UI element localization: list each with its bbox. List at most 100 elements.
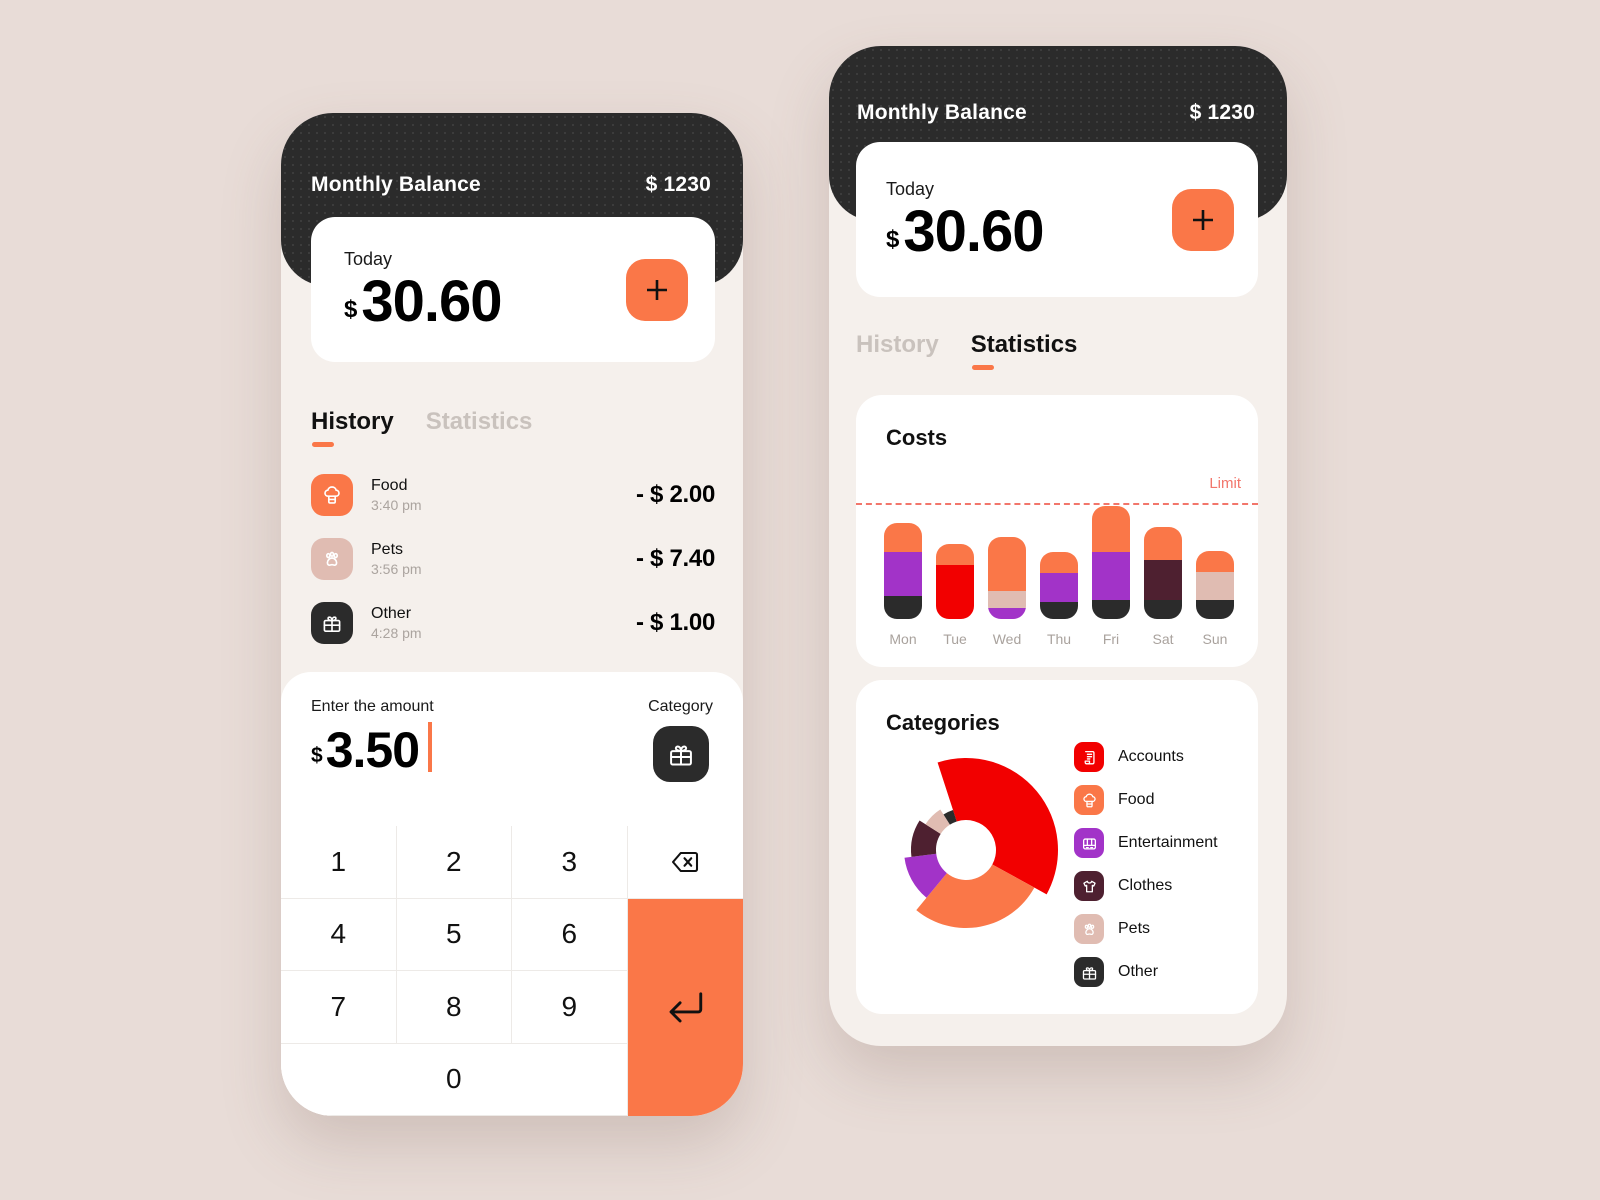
keypad-key-5[interactable]: 5: [396, 898, 512, 971]
gift-icon: [1082, 966, 1096, 980]
amount-input-row[interactable]: $ 3.50: [311, 722, 434, 774]
bar-segment: [1040, 573, 1078, 602]
bar-column: [1092, 485, 1130, 619]
history-row-text: Food 3:40 pm: [371, 475, 636, 515]
bar-segment: [936, 543, 974, 566]
keypad-key-4[interactable]: 4: [281, 898, 397, 971]
amount-input-value: 3.50: [325, 721, 420, 778]
history-time: 3:40 pm: [371, 497, 422, 514]
history-category-name: Other: [371, 604, 412, 622]
text-caret: [428, 722, 433, 772]
tab-bar: History Statistics: [311, 408, 532, 447]
bar-segment: [1144, 600, 1182, 619]
legend-category-icon: [1074, 742, 1104, 772]
bar-segment: [1144, 526, 1182, 561]
history-category-icon: [311, 602, 353, 644]
legend-row[interactable]: Pets: [1074, 914, 1218, 944]
amount-input-group: Enter the amount $ 3.50: [311, 698, 434, 826]
add-transaction-button[interactable]: [626, 258, 688, 321]
legend-category-icon: [1074, 957, 1104, 987]
legend-row[interactable]: Other: [1074, 957, 1218, 987]
scroll-icon: [1084, 750, 1095, 764]
amount-currency: $: [311, 744, 323, 767]
legend-label: Pets: [1118, 920, 1151, 937]
legend-row[interactable]: Food: [1074, 785, 1218, 815]
bar-segment: [1196, 600, 1234, 619]
bar-column: [936, 485, 974, 619]
today-amount-row: $ 30.60: [344, 269, 503, 335]
costs-title: Costs: [886, 425, 948, 450]
keypad-key-1[interactable]: 1: [281, 826, 397, 899]
categories-legend: Accounts Food Entertainment Clothes Pets Othe…: [1074, 742, 1218, 987]
tshirt-icon: [1082, 880, 1096, 892]
gift-icon: [669, 745, 692, 766]
keypad-key-2[interactable]: 2: [396, 826, 512, 899]
legend-label: Food: [1118, 791, 1155, 808]
bar-segment: [988, 537, 1026, 591]
bar-label: Thu: [1046, 631, 1072, 647]
keypad-key-0[interactable]: 0: [281, 1043, 628, 1116]
add-transaction-button-right[interactable]: [1172, 188, 1234, 251]
header-balance: $ 1230: [645, 173, 711, 196]
keypad-key-3[interactable]: 3: [512, 826, 628, 899]
keypad-key-7[interactable]: 7: [281, 971, 397, 1044]
history-row[interactable]: Food 3:40 pm - $ 2.00: [311, 463, 715, 527]
history-amount: - $ 1.00: [636, 609, 715, 636]
today-amount-row-right: $ 30.60: [886, 203, 1045, 261]
amount-entry-area: Enter the amount $ 3.50 Category: [281, 672, 743, 826]
history-time: 4:28 pm: [371, 625, 422, 642]
bar-group: [884, 485, 1234, 619]
today-balance-group-right: Today $ 30.60: [886, 179, 1045, 261]
categories-card: Categories Accounts Food Entertainment Clot…: [856, 680, 1258, 1014]
history-row-text: Other 4:28 pm: [371, 603, 636, 643]
history-row[interactable]: Other 4:28 pm - $ 1.00: [311, 591, 715, 655]
history-category-name: Food: [371, 476, 408, 494]
tab-history-right[interactable]: History: [856, 331, 939, 370]
legend-row[interactable]: Clothes: [1074, 871, 1218, 901]
bar-label: Fri: [1102, 631, 1120, 647]
stacked-bar: [1144, 526, 1182, 619]
legend-category-icon: [1074, 785, 1104, 815]
keypad-key-6[interactable]: 6: [512, 898, 628, 971]
costs-bar-chart: Limit Mon Tue Wed Thu Fri Sat Sun: [856, 467, 1258, 667]
history-row[interactable]: Pets 3:56 pm - $ 7.40: [311, 527, 715, 591]
bar-segment: [1040, 601, 1078, 619]
tab-statistics-right[interactable]: Statistics: [971, 331, 1077, 370]
bar-label: Sat: [1152, 631, 1174, 647]
history-category-icon: [311, 474, 353, 516]
today-label-right: Today: [886, 179, 935, 200]
history-amount: - $ 2.00: [636, 481, 715, 508]
header-title-right: Monthly Balance: [857, 101, 1027, 124]
legend-row[interactable]: Accounts: [1074, 742, 1218, 772]
legend-row[interactable]: Entertainment: [1074, 828, 1218, 858]
backspace-icon: [672, 851, 699, 872]
bar-segment: [988, 608, 1026, 619]
bar-segment: [884, 522, 922, 552]
legend-label: Accounts: [1118, 748, 1184, 765]
numeric-keypad: 123 456 7890: [281, 826, 743, 1116]
history-category-name: Pets: [371, 540, 404, 558]
keypad-key-9[interactable]: 9: [512, 971, 628, 1044]
tab-history[interactable]: History: [311, 408, 394, 447]
enter-arrow-icon: [669, 992, 703, 1023]
category-label: Category: [648, 698, 713, 715]
tab-bar-right: History Statistics: [856, 331, 1077, 370]
category-select-button[interactable]: [652, 726, 709, 782]
enter-key[interactable]: [627, 898, 743, 1116]
gift-icon: [323, 616, 341, 633]
today-amount: 30.60: [361, 269, 502, 335]
stacked-bar: [1092, 506, 1130, 619]
backspace-key[interactable]: [627, 826, 743, 899]
canvas: Monthly Balance $ 1230 Today $ 30.60 His…: [0, 0, 1600, 1200]
today-label: Today: [344, 249, 393, 270]
category-picker-group: Category: [648, 698, 713, 826]
costs-card: Costs Limit Mon Tue Wed Thu Fri Sat Sun: [856, 395, 1258, 667]
tab-statistics[interactable]: Statistics: [426, 408, 533, 447]
today-currency-right: $: [886, 225, 900, 253]
stacked-bar: [884, 522, 922, 619]
bar-axis-labels: Mon Tue Wed Thu Fri Sat Sun: [884, 631, 1234, 647]
chef-hat-icon: [324, 486, 340, 504]
bar-segment: [936, 565, 974, 619]
keypad-key-8[interactable]: 8: [396, 971, 512, 1044]
legend-label: Entertainment: [1118, 834, 1218, 851]
